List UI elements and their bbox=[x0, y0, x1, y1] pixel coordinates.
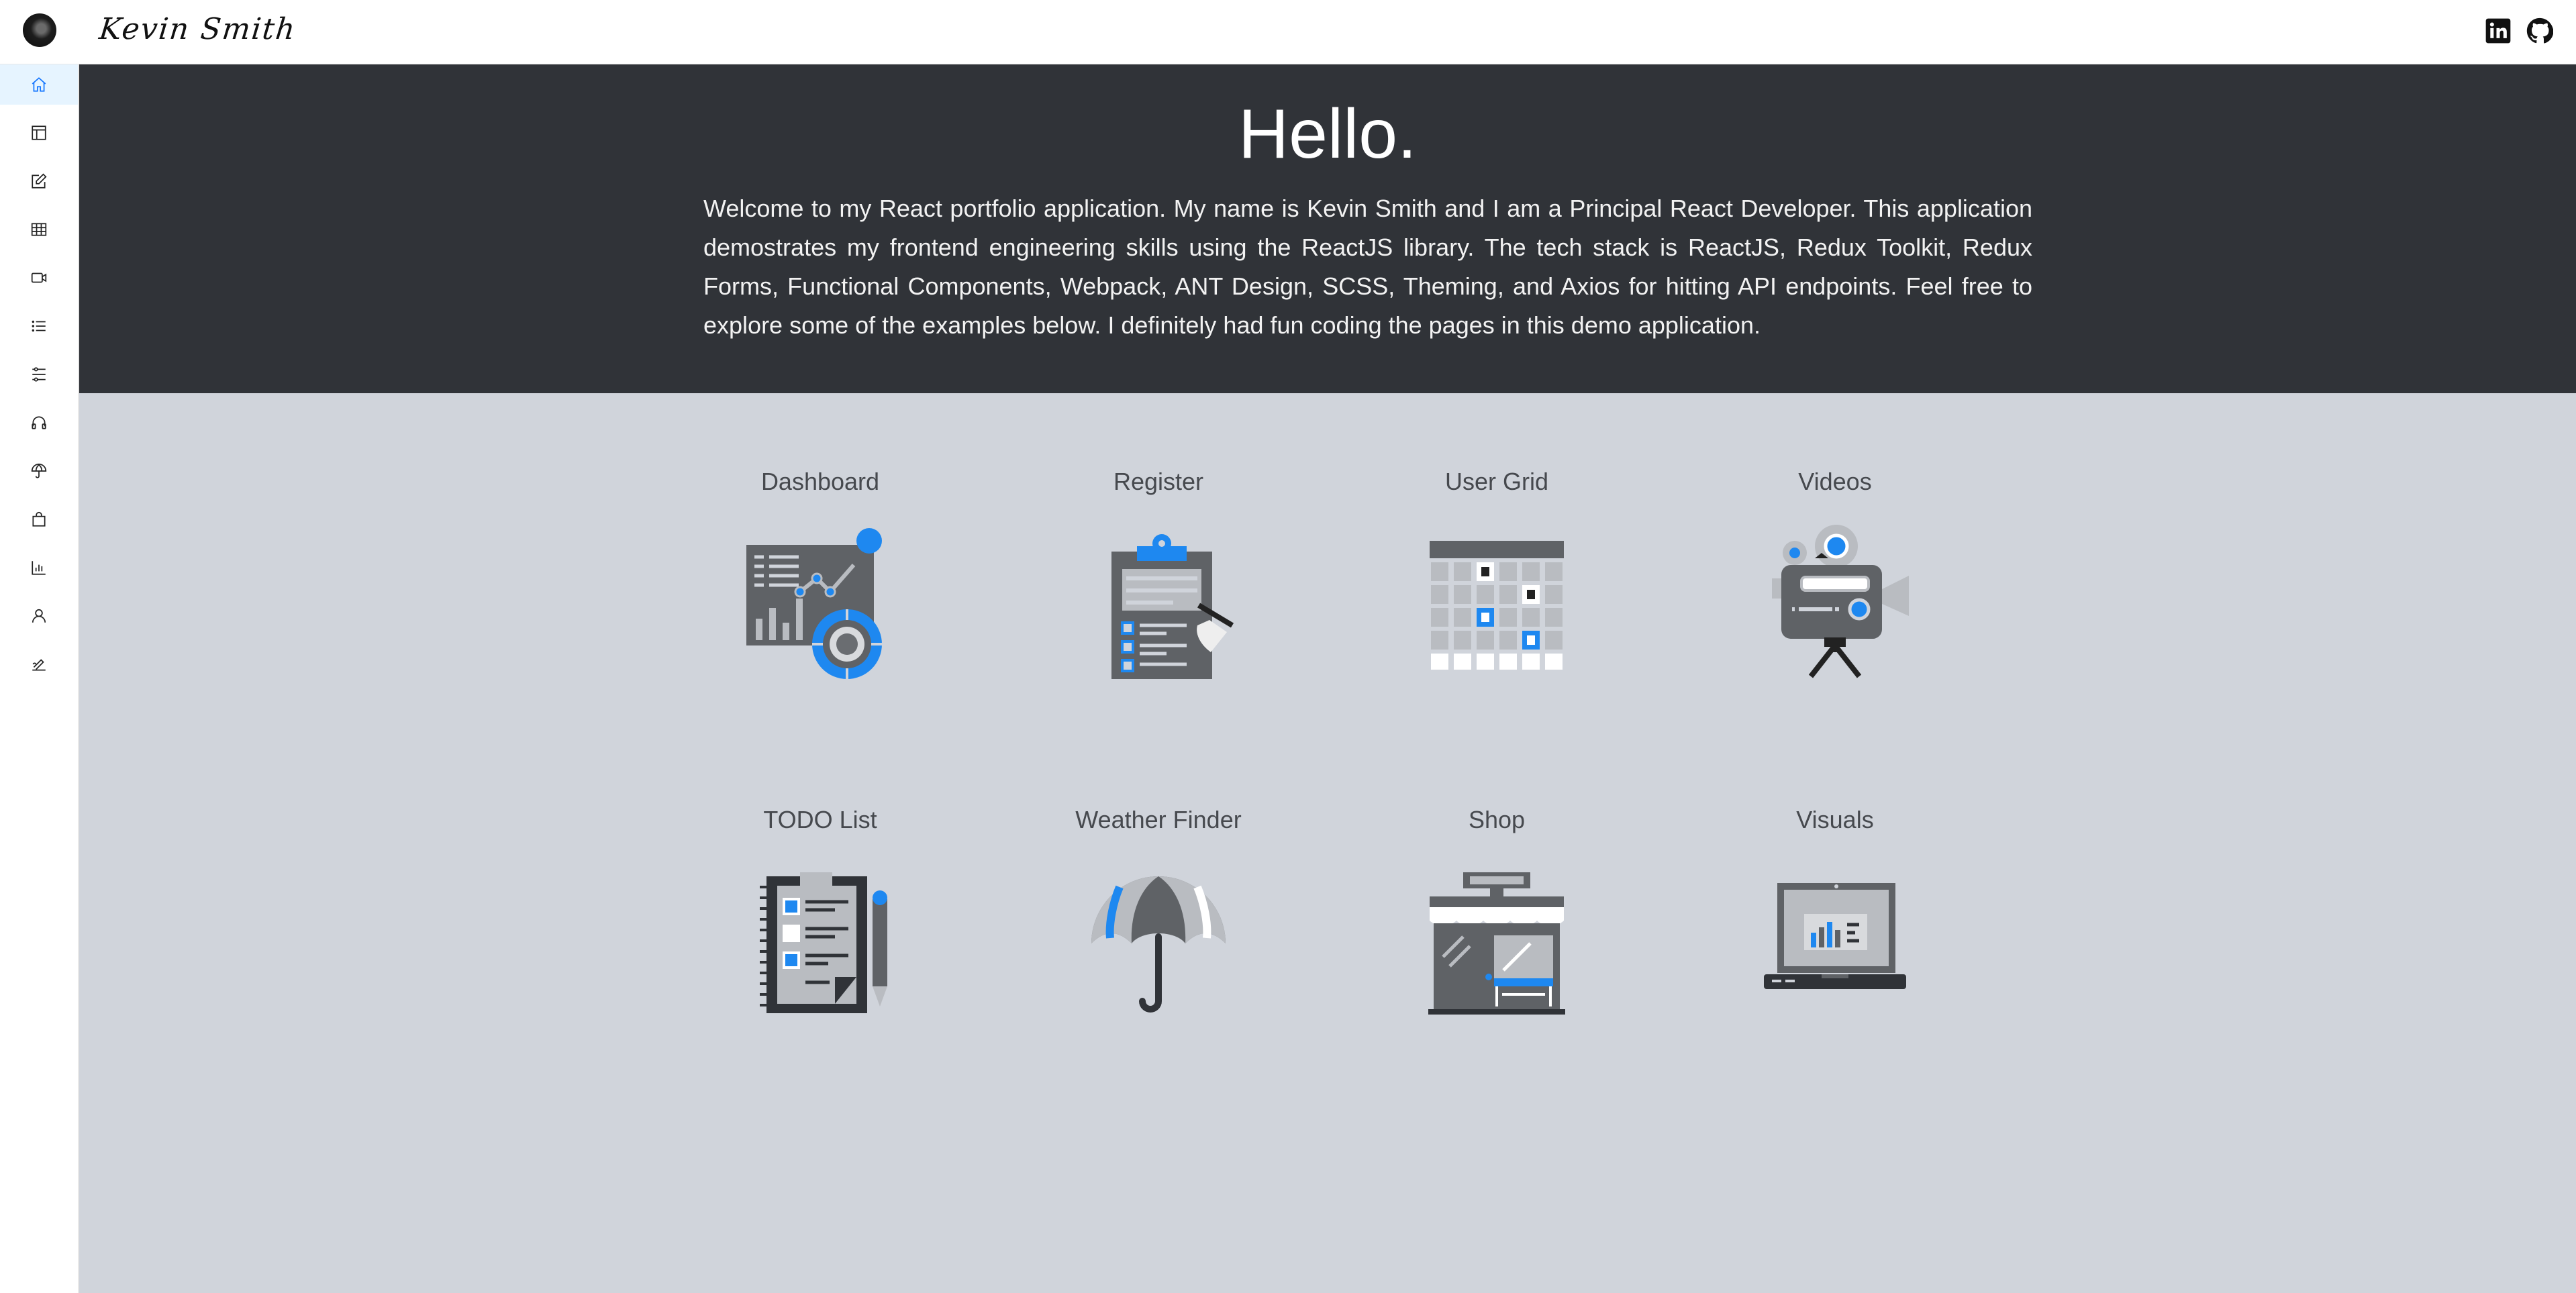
card-label: Videos bbox=[1798, 468, 1872, 495]
card-label: TODO List bbox=[763, 806, 877, 833]
card-dashboard[interactable]: Dashboard bbox=[686, 467, 954, 722]
dashboard-icon bbox=[746, 528, 882, 679]
card-label: User Grid bbox=[1444, 468, 1549, 495]
hero-title: Hello. bbox=[1238, 95, 1417, 173]
layout-icon bbox=[32, 125, 46, 140]
sidebar-item-shop[interactable] bbox=[0, 499, 78, 539]
sidebar-item-profile[interactable] bbox=[0, 596, 78, 636]
avatar[interactable] bbox=[23, 13, 56, 47]
github-icon[interactable] bbox=[2526, 17, 2553, 44]
film-camera-icon bbox=[1772, 525, 1909, 678]
sidebar-item-visuals[interactable] bbox=[0, 548, 78, 588]
grid-icon bbox=[1430, 541, 1564, 670]
card-weather-finder[interactable]: Weather Finder bbox=[1024, 805, 1293, 1060]
card-videos[interactable]: Videos bbox=[1701, 467, 1969, 722]
laptop-chart-icon bbox=[1764, 883, 1906, 989]
card-label: Shop bbox=[1468, 806, 1526, 833]
card-register[interactable]: Register bbox=[1024, 467, 1293, 722]
sidebar-item-todo[interactable] bbox=[0, 306, 78, 346]
sidebar-nav bbox=[0, 64, 79, 1293]
umbrella-icon bbox=[1091, 876, 1226, 1013]
storefront-icon bbox=[1428, 872, 1565, 1015]
sliders-icon bbox=[32, 367, 46, 382]
sidebar-item-register[interactable] bbox=[0, 161, 78, 201]
shopping-bag-icon bbox=[32, 511, 46, 527]
card-label: Visuals bbox=[1796, 806, 1874, 833]
user-icon bbox=[32, 609, 46, 623]
card-user-grid[interactable]: User Grid bbox=[1363, 467, 1631, 722]
signature-logo[interactable]: Kevin Smith bbox=[97, 9, 298, 50]
sidebar-item-home[interactable] bbox=[0, 64, 78, 105]
card-label: Weather Finder bbox=[1075, 806, 1242, 833]
sidebar-item-filters[interactable] bbox=[0, 354, 78, 395]
card-visuals[interactable]: Visuals bbox=[1701, 805, 1969, 1060]
hero-intro-text: Welcome to my React portfolio applicatio… bbox=[703, 195, 2032, 339]
sidebar-item-table[interactable] bbox=[0, 209, 78, 250]
notebook-icon bbox=[760, 872, 887, 1013]
hero-banner: Hello. Welcome to my React portfolio app… bbox=[79, 64, 2576, 393]
sidebar-item-weather[interactable] bbox=[0, 451, 78, 491]
card-label: Register bbox=[1113, 468, 1204, 495]
sidebar-item-layout[interactable] bbox=[0, 113, 78, 153]
top-header: Kevin Smith bbox=[0, 0, 2576, 64]
list-icon bbox=[32, 320, 46, 332]
card-shop[interactable]: Shop bbox=[1363, 805, 1631, 1060]
signature-icon bbox=[32, 659, 46, 671]
sidebar-item-videos[interactable] bbox=[0, 258, 78, 298]
video-camera-icon bbox=[31, 272, 47, 283]
sidebar-item-support[interactable] bbox=[0, 403, 78, 443]
sidebar-item-signature[interactable] bbox=[0, 644, 78, 684]
card-todo-list[interactable]: TODO List bbox=[686, 805, 954, 1060]
linkedin-icon[interactable] bbox=[2485, 17, 2512, 44]
home-icon bbox=[32, 77, 46, 92]
headphones-icon bbox=[32, 416, 46, 429]
bar-chart-icon bbox=[32, 561, 46, 575]
umbrella-icon bbox=[31, 463, 47, 478]
edit-form-icon bbox=[32, 173, 47, 189]
table-icon bbox=[31, 223, 47, 236]
card-label: Dashboard bbox=[760, 468, 880, 495]
clipboard-icon bbox=[1111, 534, 1234, 679]
